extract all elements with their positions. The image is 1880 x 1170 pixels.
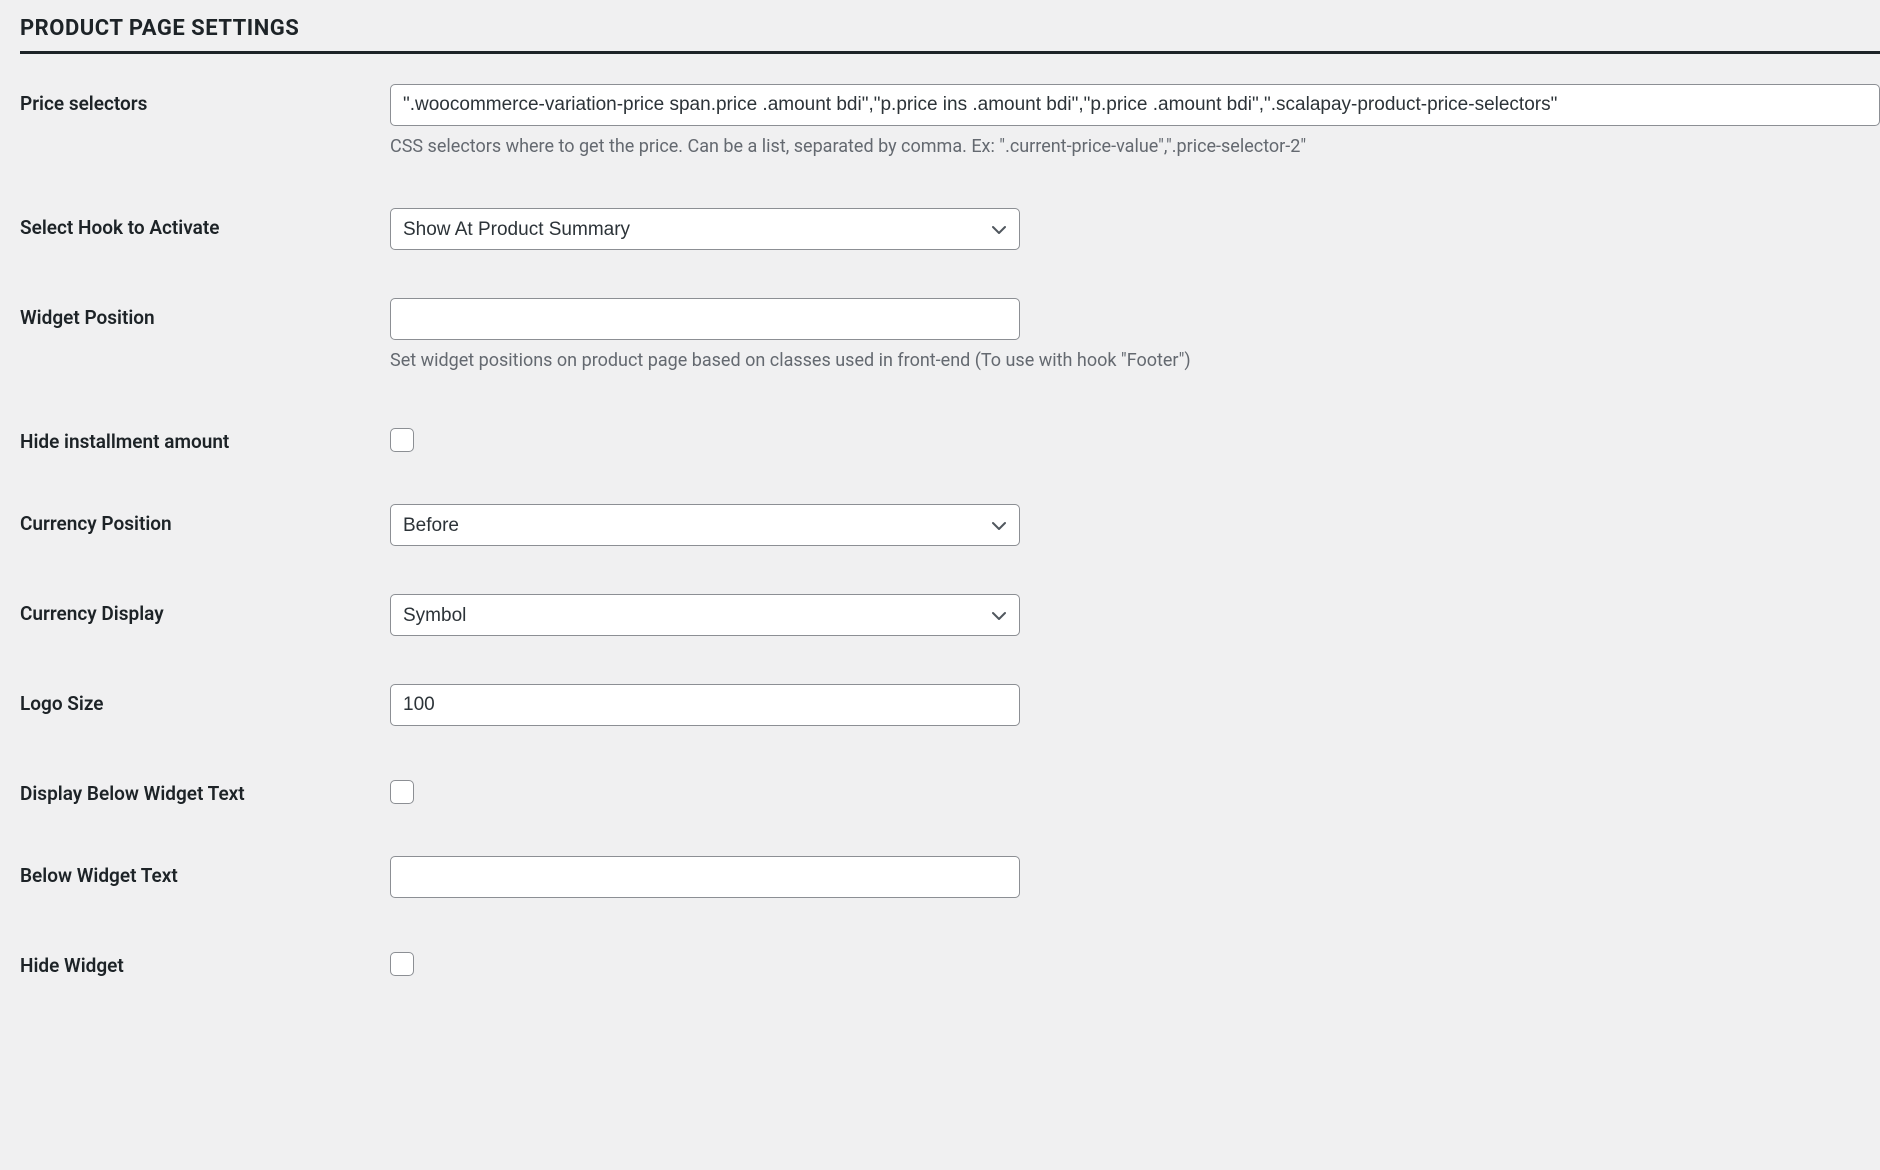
currency-position-select[interactable]: Before: [390, 504, 1020, 546]
display-below-widget-text-checkbox[interactable]: [390, 780, 414, 804]
row-currency-display: Currency Display Symbol: [20, 594, 1880, 636]
widget-position-input[interactable]: [390, 298, 1020, 340]
label-hide-installment: Hide installment amount: [20, 422, 390, 453]
select-hook-select[interactable]: Show At Product Summary: [390, 208, 1020, 250]
label-hide-widget: Hide Widget: [20, 946, 390, 977]
section-title: PRODUCT PAGE SETTINGS: [20, 16, 1880, 54]
label-widget-position: Widget Position: [20, 298, 390, 329]
widget-position-help: Set widget positions on product page bas…: [390, 348, 1880, 374]
label-select-hook: Select Hook to Activate: [20, 208, 390, 239]
row-widget-position: Widget Position Set widget positions on …: [20, 298, 1880, 374]
row-price-selectors: Price selectors CSS selectors where to g…: [20, 84, 1880, 160]
row-logo-size: Logo Size: [20, 684, 1880, 726]
price-selectors-help: CSS selectors where to get the price. Ca…: [390, 134, 1880, 160]
label-display-below-widget-text: Display Below Widget Text: [20, 774, 390, 805]
row-currency-position: Currency Position Before: [20, 504, 1880, 546]
row-hide-installment: Hide installment amount: [20, 422, 1880, 456]
hide-installment-checkbox[interactable]: [390, 428, 414, 452]
label-price-selectors: Price selectors: [20, 84, 390, 115]
price-selectors-input[interactable]: [390, 84, 1880, 126]
hide-widget-checkbox[interactable]: [390, 952, 414, 976]
row-hide-widget: Hide Widget: [20, 946, 1880, 980]
label-logo-size: Logo Size: [20, 684, 390, 715]
logo-size-input[interactable]: [390, 684, 1020, 726]
row-below-widget-text: Below Widget Text: [20, 856, 1880, 898]
below-widget-text-input[interactable]: [390, 856, 1020, 898]
row-select-hook: Select Hook to Activate Show At Product …: [20, 208, 1880, 250]
label-currency-display: Currency Display: [20, 594, 390, 625]
currency-display-select[interactable]: Symbol: [390, 594, 1020, 636]
label-below-widget-text: Below Widget Text: [20, 856, 390, 887]
label-currency-position: Currency Position: [20, 504, 390, 535]
row-display-below-widget-text: Display Below Widget Text: [20, 774, 1880, 808]
